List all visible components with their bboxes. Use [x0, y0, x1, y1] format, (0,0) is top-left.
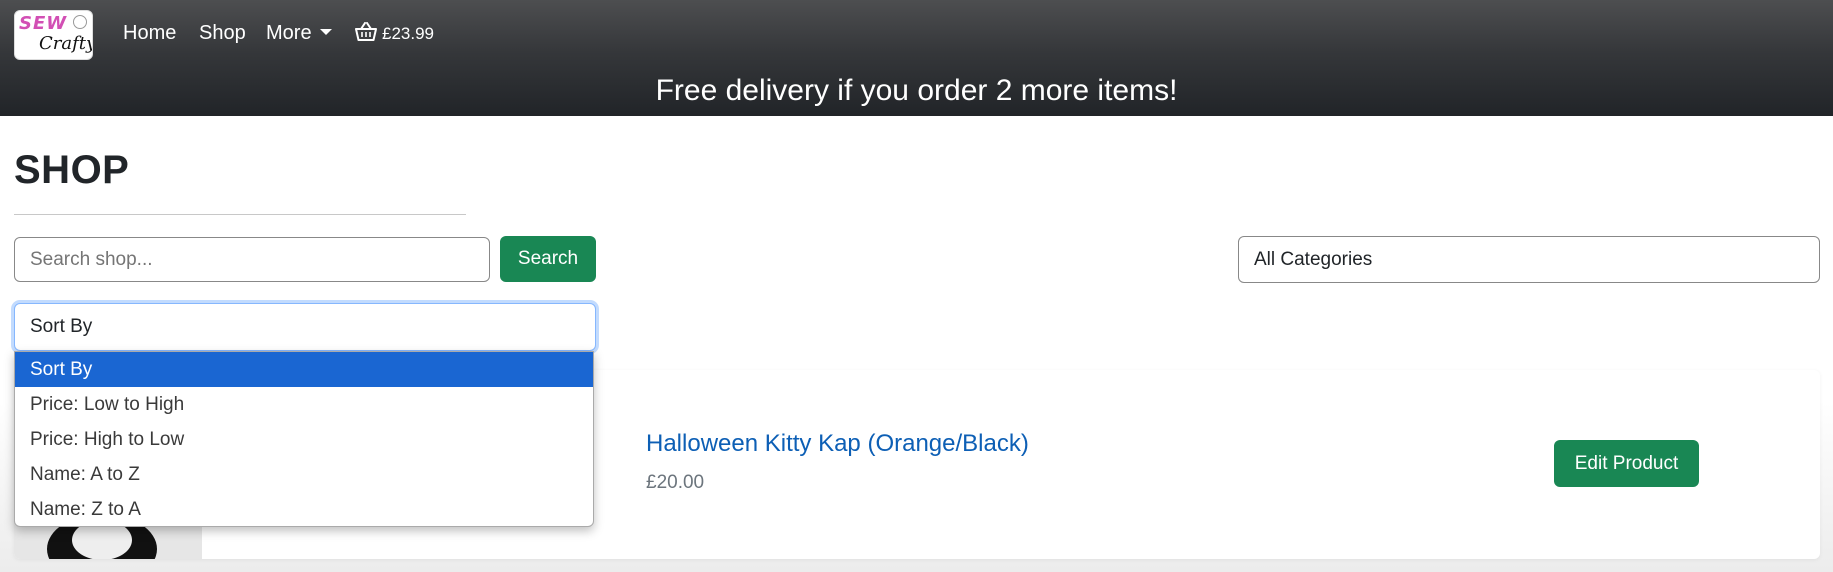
- caret-down-icon: [319, 28, 332, 35]
- sort-option-price-asc[interactable]: Price: Low to High: [15, 387, 593, 422]
- search-button[interactable]: Search: [500, 236, 596, 282]
- nav-shop-link[interactable]: Shop: [199, 22, 246, 45]
- nav-more-dropdown[interactable]: More: [266, 22, 332, 45]
- sort-option-price-desc[interactable]: Price: High to Low: [15, 422, 593, 457]
- cart-total: £23.99: [382, 24, 434, 43]
- sort-select[interactable]: Sort By: [14, 303, 596, 351]
- nav-home-link[interactable]: Home: [123, 22, 176, 45]
- search-input[interactable]: [14, 237, 490, 282]
- product-name-link[interactable]: Halloween Kitty Kap (Orange/Black): [646, 430, 1029, 458]
- sort-option-name-desc[interactable]: Name: Z to A: [15, 492, 593, 526]
- site-logo[interactable]: SEW Crafty: [14, 10, 93, 60]
- thread-icon: [73, 15, 87, 29]
- category-select[interactable]: All Categories: [1238, 236, 1820, 283]
- sort-option-default[interactable]: Sort By: [15, 352, 593, 387]
- sort-option-name-asc[interactable]: Name: A to Z: [15, 457, 593, 492]
- page-title: SHOP: [14, 148, 130, 192]
- free-delivery-banner: Free delivery if you order 2 more items!: [655, 74, 1178, 107]
- edit-product-button[interactable]: Edit Product: [1554, 440, 1699, 487]
- title-divider: [14, 214, 466, 215]
- navbar: SEW Crafty Home Shop More £23.99 Free de…: [0, 0, 1833, 116]
- sort-options-list: Sort By Price: Low to High Price: High t…: [14, 351, 594, 527]
- basket-icon: [355, 22, 377, 41]
- product-price: £20.00: [646, 472, 705, 493]
- nav-more-label: More: [266, 22, 312, 44]
- logo-text-top: SEW: [19, 13, 68, 34]
- logo-text-bottom: Crafty: [39, 33, 93, 54]
- cart-link[interactable]: £23.99: [355, 22, 434, 44]
